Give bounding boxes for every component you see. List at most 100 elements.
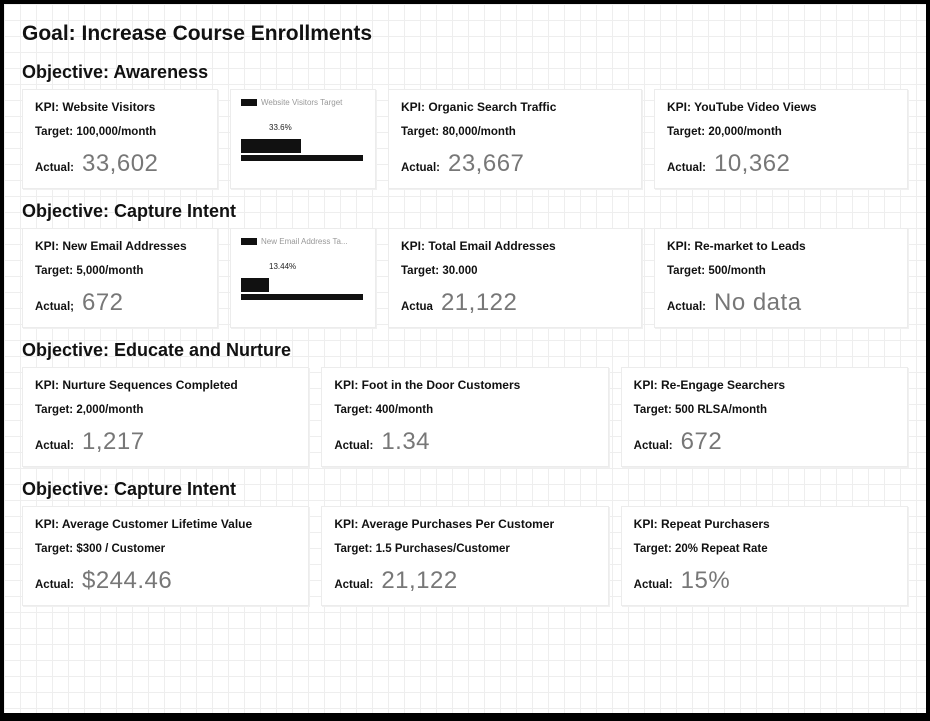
minichart-legend: New Email Address Ta... — [241, 237, 367, 246]
kpi-actual-label: Actual; — [35, 301, 74, 313]
kpi-card: KPI: Foot in the Door Customers Target: 4… — [321, 367, 608, 467]
kpi-target: Target: 20% Repeat Rate — [634, 543, 895, 555]
minichart-bar: 33.6% — [241, 127, 367, 161]
legend-swatch-icon — [241, 99, 257, 106]
kpi-actual-row: Actual: 1,217 — [35, 428, 296, 456]
kpi-card: KPI: Repeat Purchasers Target: 20% Repeat… — [621, 506, 908, 606]
kpi-name: KPI: Total Email Addresses — [401, 239, 629, 253]
objective-block: Objective: Capture Intent KPI: New Email … — [22, 201, 908, 328]
kpi-actual-row: Actual: $244.46 — [35, 567, 296, 595]
kpi-card: KPI: Website VisitorsTarget: 100,000/mon… — [22, 89, 218, 189]
kpi-name: KPI: New Email Addresses — [35, 239, 205, 253]
objective-title: Objective: Capture Intent — [22, 479, 908, 500]
kpi-actual-value: 15% — [681, 567, 731, 595]
objective-title: Objective: Capture Intent — [22, 201, 908, 222]
kpi-name: KPI: Organic Search Traffic — [401, 100, 629, 114]
kpi-card: KPI: YouTube Video Views Target: 20,000/m… — [654, 89, 908, 189]
kpi-name: KPI: Re-market to Leads — [667, 239, 895, 253]
kpi-card: KPI: New Email Addresses Target: 5,000/mo… — [22, 228, 218, 328]
kpi-target: Target: 1.5 Purchases/Customer — [334, 543, 595, 555]
objective-block: Objective: Awareness KPI: Website Visitor… — [22, 62, 908, 189]
kpi-card: KPI: Nurture Sequences Completed Target: … — [22, 367, 309, 467]
kpi-actual-row: Actual: 10,362 — [667, 150, 895, 178]
objective-block: Objective: Educate and Nurture KPI: Nurtu… — [22, 340, 908, 467]
kpi-card: KPI: Average Customer Lifetime Value Targ… — [22, 506, 309, 606]
kpi-actual-row: Actual: 23,667 — [401, 150, 629, 178]
kpi-actual-row: Actual: 672 — [634, 428, 895, 456]
kpi-actual-label: Actual: — [401, 162, 440, 174]
kpi-actual-value: No data — [714, 289, 802, 317]
kpi-actual-label: Actual: — [667, 301, 706, 313]
kpi-actual-row: Actual: 33,602 — [35, 150, 205, 178]
kpi-name: KPI: Nurture Sequences Completed — [35, 378, 296, 392]
kpi-minichart: Website Visitors Target 33.6% — [230, 89, 376, 189]
kpi-name: KPI: Average Purchases Per Customer — [334, 517, 595, 531]
kpi-actual-value: 672 — [681, 428, 723, 456]
kpi-card: KPI: Average Purchases Per Customer Targe… — [321, 506, 608, 606]
kpi-actual-value: $244.46 — [82, 567, 172, 595]
kpi-name: KPI: Re-Engage Searchers — [634, 378, 895, 392]
kpi-name: KPI: Average Customer Lifetime Value — [35, 517, 296, 531]
kpi-target: Target: 80,000/month — [401, 126, 629, 138]
kpi-actual-value: 21,122 — [441, 289, 517, 317]
kpi-actual-row: Actual; 672 — [35, 289, 205, 317]
kpi-row: KPI: Average Customer Lifetime Value Targ… — [22, 506, 908, 606]
kpi-target: Target: 500 RLSA/month — [634, 404, 895, 416]
kpi-target: Target: 2,000/month — [35, 404, 296, 416]
kpi-actual-label: Actual: — [634, 579, 673, 591]
kpi-actual-label: Actual: — [35, 579, 74, 591]
kpi-actual-label: Actual: — [35, 440, 74, 452]
kpi-card: KPI: Organic Search Traffic Target: 80,00… — [388, 89, 642, 189]
kpi-row: KPI: Nurture Sequences Completed Target: … — [22, 367, 908, 467]
kpi-name: KPI: Repeat Purchasers — [634, 517, 895, 531]
objective-title: Objective: Educate and Nurture — [22, 340, 908, 361]
kpi-actual-row: Actual: 1.34 — [334, 428, 595, 456]
goal-title: Goal: Increase Course Enrollments — [22, 22, 908, 46]
kpi-actual-value: 672 — [82, 289, 124, 317]
kpi-actual-label: Actual: — [334, 440, 373, 452]
bar-full — [241, 155, 363, 161]
kpi-target: Target: 20,000/month — [667, 126, 895, 138]
kpi-actual-label: Actua — [401, 301, 433, 313]
kpi-card: KPI: Re-Engage Searchers Target: 500 RLSA… — [621, 367, 908, 467]
kpi-target: Target: $300 / Customer — [35, 543, 296, 555]
kpi-actual-row: Actual: 21,122 — [334, 567, 595, 595]
kpi-actual-value: 33,602 — [82, 150, 158, 178]
kpi-card: KPI: Total Email Addresses Target: 30.000… — [388, 228, 642, 328]
minichart-bar: 13.44% — [241, 266, 367, 300]
kpi-actual-label: Actual: — [334, 579, 373, 591]
kpi-actual-value: 1.34 — [381, 428, 430, 456]
kpi-target: Target: 100,000/month — [35, 126, 205, 138]
kpi-minichart: New Email Address Ta... 13.44% — [230, 228, 376, 328]
kpi-card: KPI: Re-market to Leads Target: 500/month… — [654, 228, 908, 328]
kpi-target: Target: 5,000/month — [35, 265, 205, 277]
kpi-actual-value: 10,362 — [714, 150, 790, 178]
objective-block: Objective: Capture Intent KPI: Average Cu… — [22, 479, 908, 606]
kpi-actual-row: Actual: 15% — [634, 567, 895, 595]
kpi-actual-value: 23,667 — [448, 150, 524, 178]
legend-swatch-icon — [241, 238, 257, 245]
kpi-target: Target: 30.000 — [401, 265, 629, 277]
minichart-legend-text: Website Visitors Target — [261, 98, 342, 107]
kpi-actual-value: 21,122 — [381, 567, 457, 595]
kpi-actual-label: Actual: — [35, 162, 74, 174]
kpi-actual-row: Actua 21,122 — [401, 289, 629, 317]
kpi-actual-label: Actual: — [634, 440, 673, 452]
bar-partial — [241, 278, 269, 292]
minichart-percent: 33.6% — [269, 123, 292, 132]
kpi-target: Target: 500/month — [667, 265, 895, 277]
kpi-actual-row: Actual: No data — [667, 289, 895, 317]
minichart-percent: 13.44% — [269, 262, 296, 271]
kpi-name: KPI: Foot in the Door Customers — [334, 378, 595, 392]
kpi-target: Target: 400/month — [334, 404, 595, 416]
kpi-name: KPI: YouTube Video Views — [667, 100, 895, 114]
kpi-row: KPI: Website VisitorsTarget: 100,000/mon… — [22, 89, 908, 189]
objective-title: Objective: Awareness — [22, 62, 908, 83]
bar-full — [241, 294, 363, 300]
kpi-row: KPI: New Email Addresses Target: 5,000/mo… — [22, 228, 908, 328]
minichart-legend-text: New Email Address Ta... — [261, 237, 348, 246]
kpi-actual-label: Actual: — [667, 162, 706, 174]
kpi-actual-value: 1,217 — [82, 428, 145, 456]
dashboard-page: Goal: Increase Course Enrollments Object… — [4, 4, 926, 713]
bar-partial — [241, 139, 301, 153]
